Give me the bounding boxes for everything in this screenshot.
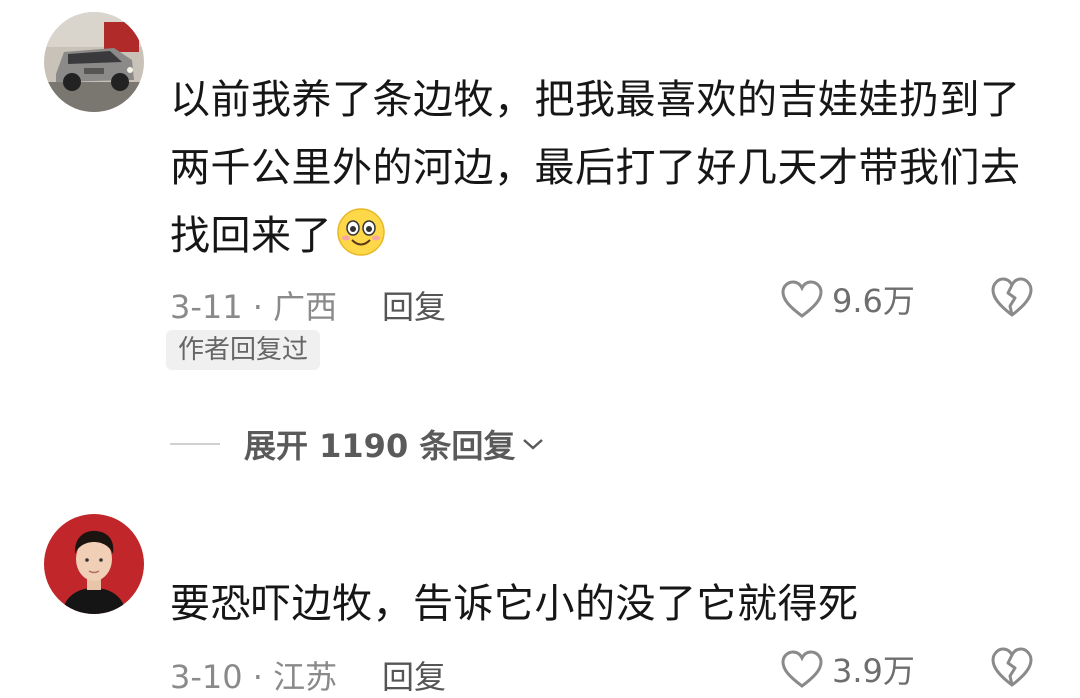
user-avatar-man[interactable] [44, 514, 144, 614]
comment-line: 要恐吓边牧，告诉它小的没了它就得死 [170, 581, 859, 627]
comment-text: 以前我养了条边牧，把我最喜欢的吉娃娃扔到了 两千公里外的河边，最后打了好几天才带… [170, 66, 1040, 270]
author-replied-tag: 作者回复过 [166, 330, 321, 370]
man-portrait-avatar-icon [44, 514, 144, 614]
date-location: 3-11 · 广西 [170, 288, 338, 326]
comment-meta-row: 3-10 · 江苏 回复 3.9万 [170, 646, 1050, 696]
like-count: 3.9万 [832, 652, 915, 690]
reply-button[interactable]: 回复 [382, 282, 446, 328]
dislike-button[interactable] [990, 276, 1034, 326]
comment-meta-row: 3-11 · 广西 回复 9.6万 [170, 276, 1050, 326]
broken-heart-icon [991, 277, 1033, 317]
like-count: 9.6万 [832, 282, 915, 320]
expand-replies-button[interactable]: 展开 1190 条回复 [170, 416, 545, 472]
broken-heart-icon [991, 647, 1033, 687]
chevron-down-icon [523, 439, 544, 450]
smile-face-icon [336, 207, 386, 257]
heart-icon [781, 280, 823, 318]
comment-line-text: 找回来了 [170, 213, 332, 259]
car-avatar-icon [44, 12, 144, 112]
comment-line: 以前我养了条边牧，把我最喜欢的吉娃娃扔到了 [170, 77, 1021, 123]
like-button[interactable]: 3.9万 [780, 646, 915, 692]
comment-line: 两千公里外的河边，最后打了好几天才带我们去 [170, 145, 1021, 191]
user-avatar-car[interactable] [44, 12, 144, 112]
divider-line [170, 443, 220, 445]
heart-icon [781, 650, 823, 688]
reply-button[interactable]: 回复 [382, 652, 446, 698]
comment-text: 要恐吓边牧，告诉它小的没了它就得死 [170, 570, 1040, 638]
like-button[interactable]: 9.6万 [780, 276, 915, 322]
date-location: 3-10 · 江苏 [170, 658, 338, 696]
comment-line: 找回来了 [170, 202, 1040, 270]
expand-replies-label: 展开 1190 条回复 [244, 427, 516, 465]
dislike-button[interactable] [990, 646, 1034, 696]
